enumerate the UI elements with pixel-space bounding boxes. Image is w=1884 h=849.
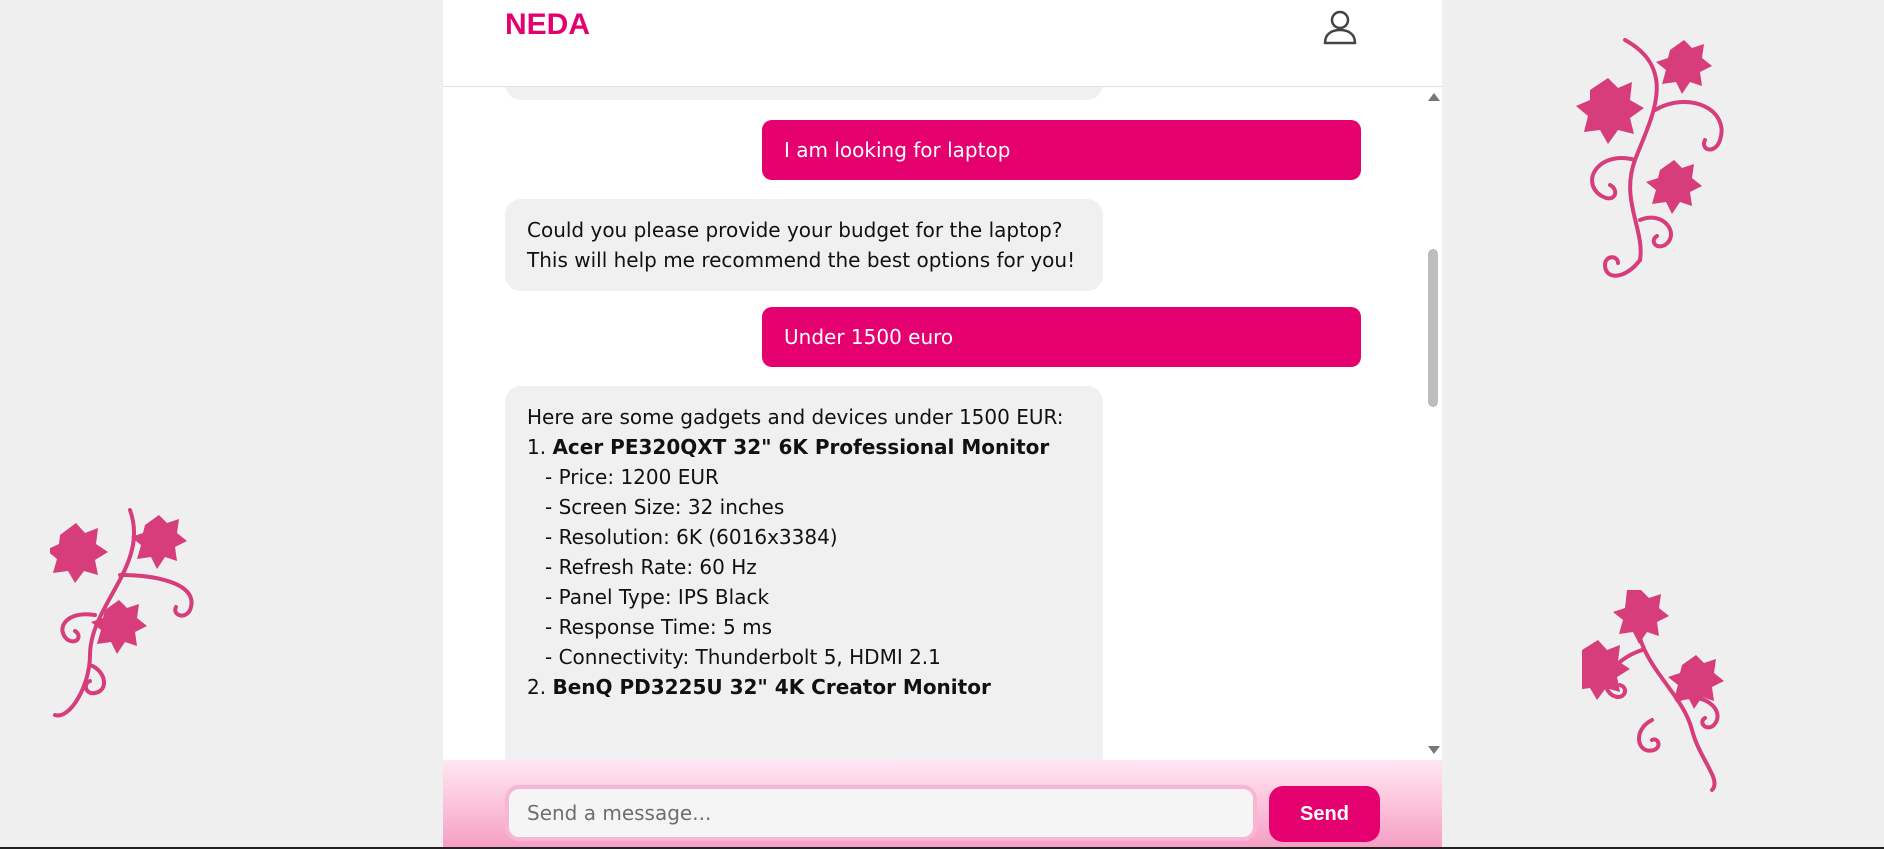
user-message-text: I am looking for laptop	[784, 138, 1011, 162]
send-button[interactable]: Send	[1269, 786, 1380, 842]
product-item-2-title: 2. BenQ PD3225U 32" 4K Creator Monitor	[527, 675, 991, 699]
product-spec: - Refresh Rate: 60 Hz	[545, 555, 757, 579]
user-message: I am looking for laptop	[762, 120, 1361, 180]
decorative-vine-top-right	[1576, 38, 1724, 278]
user-message: Under 1500 euro	[762, 307, 1361, 367]
chat-messages[interactable]: I am looking for laptop Could you please…	[443, 87, 1442, 760]
scroll-down-arrow-icon[interactable]	[1428, 746, 1440, 754]
message-composer: Send	[443, 760, 1442, 849]
assistant-intro-text: Here are some gadgets and devices under …	[527, 405, 1064, 429]
product-item-1-title: 1. Acer PE320QXT 32" 6K Professional Mon…	[527, 435, 1050, 459]
brand-logo[interactable]: NEDA	[505, 8, 590, 42]
chat-app: NEDA I am looking for laptop Could you p…	[443, 0, 1442, 849]
product-spec: - Response Time: 5 ms	[545, 615, 773, 639]
product-spec: - Screen Size: 32 inches	[545, 495, 785, 519]
assistant-message-text: Could you please provide your budget for…	[527, 218, 1076, 272]
scroll-up-arrow-icon[interactable]	[1428, 93, 1440, 101]
chat-scrollbar[interactable]	[1424, 87, 1442, 760]
scrollbar-thumb[interactable]	[1428, 249, 1438, 407]
user-message-text: Under 1500 euro	[784, 325, 954, 349]
assistant-message: Could you please provide your budget for…	[505, 199, 1103, 291]
decorative-vine-bottom-right	[1582, 590, 1724, 792]
decorative-vine-middle-left	[50, 508, 194, 718]
assistant-message-partial	[505, 87, 1103, 100]
message-input[interactable]	[505, 785, 1257, 841]
product-spec: - Panel Type: IPS Black	[545, 585, 770, 609]
product-spec: - Price: 1200 EUR	[545, 465, 719, 489]
product-spec: - Connectivity: Thunderbolt 5, HDMI 2.1	[545, 645, 941, 669]
app-header: NEDA	[443, 0, 1442, 87]
user-icon[interactable]	[1321, 8, 1359, 46]
assistant-message-recommendations: Here are some gadgets and devices under …	[505, 386, 1103, 760]
product-spec: - Resolution: 6K (6016x3384)	[545, 525, 838, 549]
